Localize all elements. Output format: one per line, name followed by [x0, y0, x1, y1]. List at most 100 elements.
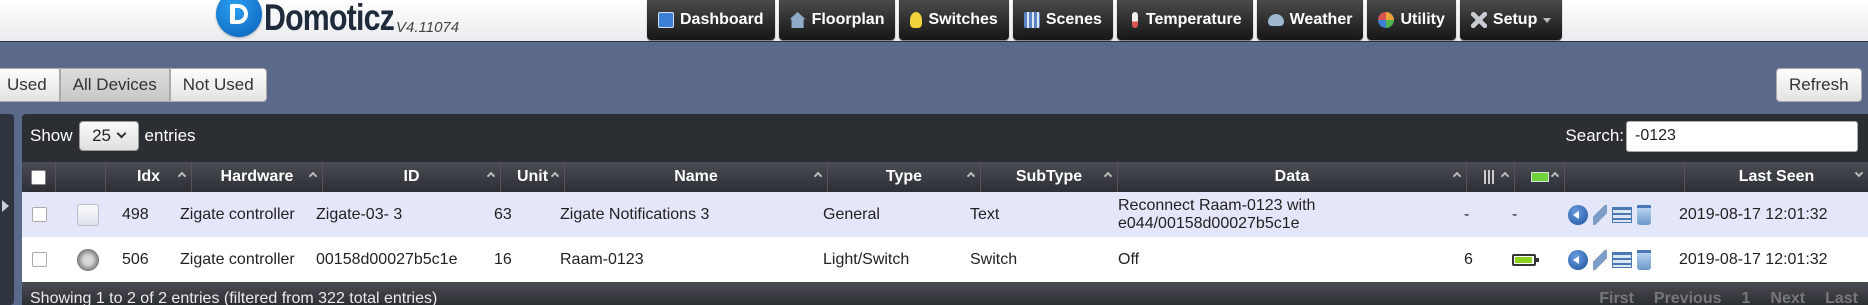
col-actions: [1565, 162, 1685, 192]
clapperboard-icon: [1023, 12, 1040, 28]
col-last-seen[interactable]: Last Seen: [1685, 162, 1868, 192]
show-label: Show: [30, 126, 73, 145]
top-navbar: Domoticz V4.11074 Dashboard Floorplan Sw…: [0, 0, 1868, 42]
row-checkbox[interactable]: [32, 252, 47, 267]
sort-desc-icon: [1854, 168, 1864, 178]
chevron-down-icon: [1543, 17, 1552, 23]
nav-scenes[interactable]: Scenes: [1012, 0, 1113, 40]
cell-hardware: Zigate controller: [180, 205, 295, 223]
col-id-label: ID: [403, 168, 420, 185]
cloud-rain-icon: [1267, 14, 1284, 26]
cell-unit: 63: [494, 205, 512, 223]
filter-used-button[interactable]: Used: [0, 68, 60, 102]
col-battery[interactable]: [1515, 162, 1565, 192]
col-idx[interactable]: Idx: [106, 162, 192, 192]
cell-subtype: Switch: [970, 250, 1018, 268]
nav-weather-label: Weather: [1289, 11, 1353, 28]
main-nav: Dashboard Floorplan Switches Scenes Temp…: [647, 0, 1566, 40]
dashboard-icon: [658, 12, 674, 28]
nav-dashboard[interactable]: Dashboard: [647, 0, 775, 40]
col-hardware-label: Hardware: [220, 168, 294, 185]
cell-idx: 498: [122, 205, 149, 223]
col-id[interactable]: ID: [323, 162, 501, 192]
col-subtype[interactable]: SubType: [981, 162, 1118, 192]
nav-floorplan[interactable]: Floorplan: [778, 0, 896, 40]
nav-setup-label: Setup: [1492, 11, 1538, 28]
col-signal[interactable]: [1467, 162, 1515, 192]
sort-icon: [1103, 171, 1113, 181]
pager-last[interactable]: Last: [1825, 290, 1858, 305]
cell-last-seen: 2019-08-17 12:01:32: [1679, 250, 1828, 268]
delete-icon[interactable]: [1637, 204, 1651, 225]
filter-not-used-button[interactable]: Not Used: [169, 68, 267, 102]
cell-signal: 6: [1464, 250, 1473, 268]
table-search: Search:: [1565, 120, 1858, 152]
select-all-checkbox[interactable]: [31, 169, 46, 185]
col-type[interactable]: Type: [828, 162, 981, 192]
cell-type: Light/Switch: [823, 250, 910, 268]
table-info: Showing 1 to 2 of 2 entries (filtered fr…: [30, 290, 438, 305]
cell-last-seen: 2019-08-17 12:01:32: [1679, 205, 1828, 223]
col-hardware[interactable]: Hardware: [192, 162, 323, 192]
edit-icon[interactable]: [1593, 249, 1607, 270]
pager-page[interactable]: 1: [1742, 290, 1751, 305]
expand-arrow-icon[interactable]: [2, 200, 9, 212]
cell-hardware: Zigate controller: [180, 250, 295, 268]
pager-next[interactable]: Next: [1770, 290, 1805, 305]
row-checkbox[interactable]: [32, 207, 47, 222]
protect-icon[interactable]: [1568, 249, 1588, 270]
gauge-icon: [1378, 12, 1395, 28]
battery-level-indicator: [1512, 253, 1539, 266]
sort-icon: [1550, 171, 1560, 181]
nav-setup[interactable]: Setup: [1459, 0, 1563, 40]
nav-switches[interactable]: Switches: [899, 0, 1009, 40]
log-icon[interactable]: [1612, 206, 1632, 223]
cell-battery: [1512, 237, 1539, 282]
app-name: Domoticz: [264, 0, 395, 38]
lightbulb-icon: [910, 12, 923, 28]
protect-icon[interactable]: [1568, 204, 1588, 225]
house-icon: [789, 12, 806, 28]
delete-icon[interactable]: [1637, 249, 1651, 270]
entries-length-control: Show 25 entries: [30, 120, 196, 152]
cell-signal: -: [1464, 205, 1470, 223]
pager-previous[interactable]: Previous: [1654, 290, 1722, 305]
cell-unit: 16: [494, 250, 512, 268]
edit-icon[interactable]: [1593, 204, 1607, 225]
cell-idx: 506: [122, 250, 149, 268]
app-version: V4.11074: [396, 19, 460, 36]
signal-level-icon: [1483, 170, 1498, 184]
row-actions: [1568, 192, 1656, 237]
domoticz-logo[interactable]: Domoticz: [216, 0, 423, 40]
pager-first[interactable]: First: [1599, 290, 1634, 305]
col-unit[interactable]: Unit: [501, 162, 565, 192]
row-actions: [1568, 237, 1656, 282]
nav-utility[interactable]: Utility: [1367, 0, 1456, 40]
table-row[interactable]: 498 Zigate controller Zigate-03- 3 63 Zi…: [22, 192, 1868, 237]
sort-icon: [1500, 171, 1510, 181]
nav-temperature[interactable]: Temperature: [1116, 0, 1253, 40]
cell-type: General: [823, 205, 880, 223]
chevron-down-icon: [116, 128, 127, 139]
table-row[interactable]: 506 Zigate controller 00158d00027b5c1e 1…: [22, 237, 1868, 282]
domoticz-logo-icon: [216, 0, 262, 37]
entries-select[interactable]: 25: [78, 121, 139, 151]
log-icon[interactable]: [1612, 251, 1632, 268]
table-header: Idx Hardware ID Unit Name Type SubType D…: [22, 162, 1868, 192]
search-input[interactable]: [1626, 120, 1858, 152]
cell-subtype: Text: [970, 205, 1000, 223]
col-name[interactable]: Name: [565, 162, 828, 192]
nav-scenes-label: Scenes: [1045, 11, 1102, 28]
col-data[interactable]: Data: [1118, 162, 1467, 192]
refresh-button[interactable]: Refresh: [1776, 68, 1862, 102]
cell-name: Raam-0123: [560, 250, 644, 268]
thermometer-icon: [1131, 12, 1138, 28]
nav-floorplan-label: Floorplan: [811, 11, 885, 28]
cell-id: 00158d00027b5c1e: [316, 250, 458, 268]
filter-all-devices-button[interactable]: All Devices: [59, 68, 170, 102]
device-filter-group: Used All Devices Not Used: [0, 68, 267, 102]
col-data-label: Data: [1274, 168, 1310, 185]
nav-weather[interactable]: Weather: [1256, 0, 1364, 40]
sort-icon: [550, 171, 560, 181]
tools-icon: [1470, 12, 1487, 28]
